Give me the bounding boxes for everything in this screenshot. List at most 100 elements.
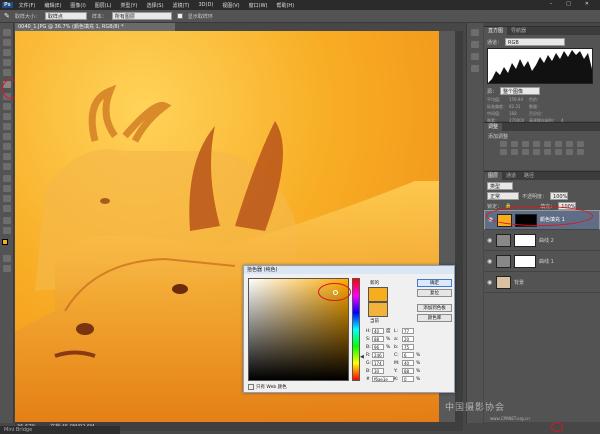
hue-saturation-icon[interactable]	[555, 141, 562, 147]
menu-3d[interactable]: 3D(D)	[199, 2, 214, 8]
channel-mixer-icon[interactable]	[511, 149, 518, 155]
stamp-tool-icon[interactable]	[3, 113, 11, 120]
cyan-input[interactable]: 6	[402, 352, 414, 358]
menu-select[interactable]: 选择(S)	[146, 2, 163, 9]
pen-tool-icon[interactable]	[3, 175, 11, 182]
brush-tool-icon[interactable]	[3, 103, 11, 110]
history-panel-icon[interactable]	[471, 29, 479, 36]
green-input[interactable]: 174	[372, 360, 384, 366]
brightness-input[interactable]: 96	[372, 344, 384, 350]
maximize-icon[interactable]: □	[566, 1, 571, 7]
hue-slider[interactable]	[352, 278, 360, 381]
lab-l-input[interactable]: 77	[402, 328, 414, 334]
vibrance-icon[interactable]	[544, 141, 551, 147]
info-panel-icon[interactable]	[471, 53, 479, 60]
invert-icon[interactable]	[533, 149, 540, 155]
hue-slider-arrow-icon[interactable]: ◀	[360, 354, 364, 360]
source-select[interactable]: 整个图像	[500, 87, 541, 95]
crop-tool-icon[interactable]	[3, 69, 11, 76]
eyedropper-icon[interactable]: ✎	[4, 12, 10, 20]
web-colors-checkbox[interactable]	[248, 384, 254, 390]
blue-input[interactable]: 30	[372, 368, 384, 374]
gradient-map-icon[interactable]	[577, 149, 584, 155]
move-tool-icon[interactable]	[3, 29, 11, 36]
show-ring-checkbox[interactable]	[176, 13, 183, 19]
menu-help[interactable]: 帮助(H)	[276, 2, 294, 9]
screen-mode-icon[interactable]	[3, 265, 11, 272]
lab-a-input[interactable]: 20	[402, 336, 414, 342]
curves-icon[interactable]	[522, 141, 529, 147]
sample-size-select[interactable]: 取样点	[44, 12, 87, 20]
menu-view[interactable]: 视图(V)	[222, 2, 239, 9]
tab-paths[interactable]: 路径	[520, 172, 538, 180]
tab-adjustments[interactable]: 调整	[484, 123, 503, 131]
menu-filter[interactable]: 滤镜(T)	[173, 2, 190, 9]
quick-select-tool-icon[interactable]	[3, 59, 11, 66]
photo-filter-icon[interactable]	[500, 149, 507, 155]
layer-row-background[interactable]: ◉ 背景	[484, 273, 600, 293]
type-tool-icon[interactable]	[3, 185, 11, 192]
zoom-tool-icon[interactable]	[3, 227, 11, 234]
add-to-swatches-button[interactable]: 添加到色板	[417, 304, 452, 312]
color-balance-icon[interactable]	[566, 141, 573, 147]
menu-file[interactable]: 文件(F)	[19, 2, 36, 9]
eraser-tool-icon[interactable]	[3, 133, 11, 140]
color-libraries-button[interactable]: 颜色库	[417, 314, 452, 322]
selective-color-icon[interactable]	[566, 149, 573, 155]
hand-tool-icon[interactable]	[3, 217, 11, 224]
menu-layer[interactable]: 图层(L)	[95, 2, 112, 9]
threshold-icon[interactable]	[555, 149, 562, 155]
channel-select[interactable]: RGB	[505, 38, 566, 46]
menu-type[interactable]: 类型(Y)	[120, 2, 137, 9]
exposure-icon[interactable]	[533, 141, 540, 147]
brightness-icon[interactable]	[500, 141, 507, 147]
sample-select[interactable]: 所有图层	[111, 12, 172, 20]
color-lookup-icon[interactable]	[522, 149, 529, 155]
current-color-swatch[interactable]	[368, 302, 388, 317]
gradient-tool-icon[interactable]	[3, 143, 11, 150]
layer-kind-filter[interactable]: 类型	[487, 182, 513, 190]
document-tab[interactable]: 0040_1.JPG @ 36.7% (颜色填充 1, RGB/8) *	[15, 23, 175, 31]
lab-b-input[interactable]: 75	[402, 344, 414, 350]
dodge-tool-icon[interactable]	[3, 163, 11, 170]
blur-tool-icon[interactable]	[3, 153, 11, 160]
layer-row-curves-1[interactable]: ◉ 曲线 1	[484, 252, 600, 272]
tab-navigator[interactable]: 导航器	[507, 27, 530, 35]
red-input[interactable]: 246	[372, 352, 384, 358]
opacity-input[interactable]: 100%	[550, 192, 569, 200]
hue-input[interactable]: 40	[372, 328, 384, 334]
visibility-eye-icon[interactable]: ◉	[487, 258, 493, 265]
path-select-icon[interactable]	[3, 195, 11, 202]
hex-input[interactable]: f6ae1e	[372, 376, 394, 382]
yellow-input[interactable]: 88	[402, 368, 414, 374]
minimize-icon[interactable]: –	[550, 1, 553, 7]
character-panel-icon[interactable]	[471, 65, 479, 72]
posterize-icon[interactable]	[544, 149, 551, 155]
black-white-icon[interactable]	[577, 141, 584, 147]
tab-layers[interactable]: 图层	[484, 172, 503, 180]
blend-mode-select[interactable]: 正常	[487, 192, 519, 200]
visibility-eye-icon[interactable]: ◉	[487, 279, 493, 286]
mini-bridge-tab[interactable]: Mini Bridge	[0, 426, 120, 434]
menu-edit[interactable]: 编辑(E)	[44, 2, 61, 9]
layer-row-curves-2[interactable]: ◉ 曲线 2	[484, 231, 600, 251]
menu-image[interactable]: 图像(I)	[70, 2, 85, 9]
quick-mask-icon[interactable]	[3, 255, 11, 262]
canvas-vertical-scrollbar[interactable]	[455, 31, 463, 422]
lasso-tool-icon[interactable]	[3, 49, 11, 56]
tab-histogram[interactable]: 直方图	[484, 27, 508, 35]
close-icon[interactable]: ✕	[585, 1, 589, 7]
marquee-tool-icon[interactable]	[3, 39, 11, 46]
shape-tool-icon[interactable]	[3, 205, 11, 212]
levels-icon[interactable]	[511, 141, 518, 147]
saturation-input[interactable]: 88	[372, 336, 384, 342]
ok-button[interactable]: 确定	[417, 279, 452, 287]
properties-panel-icon[interactable]	[471, 41, 479, 48]
reset-button[interactable]: 复位	[417, 289, 452, 297]
history-brush-icon[interactable]	[3, 123, 11, 130]
foreground-color-swatch[interactable]	[2, 239, 8, 245]
black-input[interactable]: 0	[402, 376, 414, 382]
tab-channels[interactable]: 通道	[502, 172, 520, 180]
menu-window[interactable]: 窗口(W)	[249, 2, 268, 9]
visibility-eye-icon[interactable]: ◉	[487, 237, 493, 244]
